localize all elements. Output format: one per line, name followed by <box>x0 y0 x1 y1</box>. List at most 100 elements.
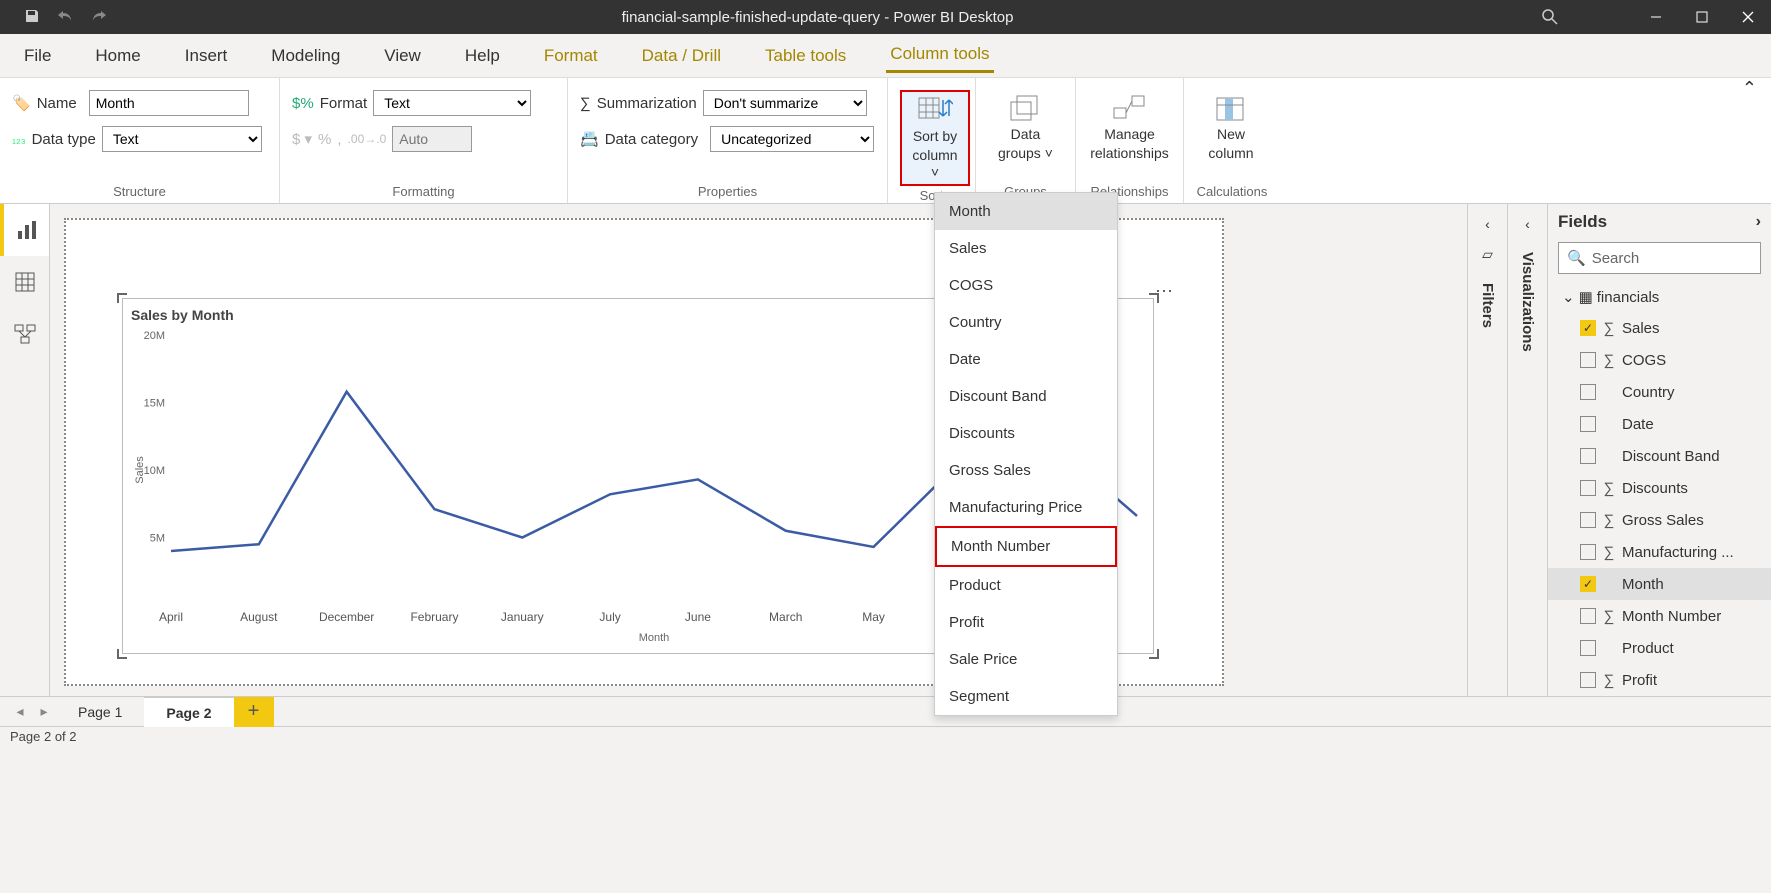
field-item[interactable]: Date <box>1548 408 1771 440</box>
tab-home[interactable]: Home <box>91 40 144 72</box>
svg-text:5M: 5M <box>150 533 165 545</box>
page-tab[interactable]: Page 2 <box>144 697 233 727</box>
new-column-button[interactable]: New column <box>1196 90 1266 166</box>
sort-menu-item[interactable]: Date <box>935 341 1117 378</box>
prev-page-icon[interactable]: ◂ <box>8 703 32 720</box>
sort-menu-item[interactable]: Manufacturing Price <box>935 489 1117 526</box>
svg-text:20M: 20M <box>144 330 165 342</box>
checkbox-icon[interactable] <box>1580 672 1596 688</box>
field-item[interactable]: ∑COGS <box>1548 344 1771 376</box>
svg-text:Sales: Sales <box>134 456 146 484</box>
sort-menu-item[interactable]: Segment <box>935 678 1117 715</box>
field-item[interactable]: ∑Gross Sales <box>1548 504 1771 536</box>
search-icon: 🔍 <box>1567 249 1586 267</box>
sigma-icon: ∑ <box>1602 352 1616 369</box>
group-label-formatting: Formatting <box>292 182 555 203</box>
name-input[interactable] <box>89 90 249 116</box>
field-item[interactable]: Discount Band <box>1548 440 1771 472</box>
field-item[interactable]: ✓Month <box>1548 568 1771 600</box>
next-page-icon[interactable]: ▸ <box>32 703 56 720</box>
report-canvas-area[interactable]: ⋯ Sales by Month 5M10M15M20MSalesAprilAu… <box>50 204 1467 696</box>
tab-table-tools[interactable]: Table tools <box>761 40 850 72</box>
sort-by-column-button[interactable]: Sort by column ˅ <box>900 90 970 186</box>
page-tab[interactable]: Page 1 <box>56 697 144 727</box>
datatype-select[interactable]: Text <box>102 126 262 152</box>
tab-file[interactable]: File <box>20 40 55 72</box>
field-label: Discount Band <box>1622 448 1720 465</box>
datatype-icon: ₁₂₃ <box>12 132 26 146</box>
close-button[interactable] <box>1725 0 1771 34</box>
tab-column-tools[interactable]: Column tools <box>886 38 993 73</box>
new-column-icon <box>1213 94 1249 124</box>
data-view-button[interactable] <box>0 256 49 308</box>
view-rail <box>0 204 50 696</box>
sort-menu-item[interactable]: Sales <box>935 230 1117 267</box>
svg-text:August: August <box>240 610 278 624</box>
checkbox-icon[interactable] <box>1580 640 1596 656</box>
tab-insert[interactable]: Insert <box>181 40 232 72</box>
model-view-button[interactable] <box>0 308 49 360</box>
field-item[interactable]: Product <box>1548 632 1771 664</box>
redo-icon[interactable] <box>90 8 108 27</box>
sort-menu-item[interactable]: COGS <box>935 267 1117 304</box>
sort-menu-item[interactable]: Profit <box>935 604 1117 641</box>
checkbox-icon[interactable] <box>1580 480 1596 496</box>
checkbox-icon[interactable] <box>1580 416 1596 432</box>
field-item[interactable]: Country <box>1548 376 1771 408</box>
visualizations-pane-collapsed[interactable]: ‹ Visualizations <box>1507 204 1547 696</box>
svg-text:June: June <box>685 610 711 624</box>
summarization-select[interactable]: Don't summarize <box>703 90 867 116</box>
svg-text:Month: Month <box>639 632 670 644</box>
checkbox-icon[interactable] <box>1580 384 1596 400</box>
tab-help[interactable]: Help <box>461 40 504 72</box>
tab-data-drill[interactable]: Data / Drill <box>638 40 725 72</box>
page-tab-bar: ◂ ▸ Page 1Page 2 + <box>0 696 1771 726</box>
sort-menu-item[interactable]: Month <box>935 193 1117 230</box>
checkbox-icon[interactable] <box>1580 448 1596 464</box>
undo-icon[interactable] <box>56 8 74 27</box>
checkbox-icon[interactable] <box>1580 608 1596 624</box>
datatype-label: Data type <box>32 131 96 148</box>
add-page-button[interactable]: + <box>234 697 274 727</box>
field-item[interactable]: ∑Discounts <box>1548 472 1771 504</box>
sort-menu-item[interactable]: Month Number <box>935 526 1117 567</box>
save-icon[interactable] <box>24 8 40 27</box>
data-groups-button[interactable]: Data groups ˅ <box>988 90 1063 166</box>
tab-view[interactable]: View <box>380 40 425 72</box>
sort-menu-item[interactable]: Product <box>935 567 1117 604</box>
sigma-icon: ∑ <box>1602 320 1616 337</box>
sort-menu-item[interactable]: Sale Price <box>935 641 1117 678</box>
filters-pane-collapsed[interactable]: ‹ ▱ Filters <box>1467 204 1507 696</box>
title-bar: financial-sample-finished-update-query -… <box>0 0 1771 34</box>
tab-modeling[interactable]: Modeling <box>267 40 344 72</box>
table-header[interactable]: ⌄ ▦ financials <box>1548 282 1771 312</box>
sort-menu-item[interactable]: Country <box>935 304 1117 341</box>
checkbox-icon[interactable]: ✓ <box>1580 576 1596 592</box>
visual-options-icon[interactable]: ⋯ <box>1155 281 1175 302</box>
format-select[interactable]: Text <box>373 90 531 116</box>
collapse-ribbon-icon[interactable]: ⌃ <box>1742 78 1757 203</box>
checkbox-icon[interactable] <box>1580 512 1596 528</box>
chevron-right-icon[interactable]: › <box>1756 213 1761 231</box>
sort-menu-item[interactable]: Discount Band <box>935 378 1117 415</box>
checkbox-icon[interactable] <box>1580 352 1596 368</box>
field-label: Date <box>1622 416 1654 433</box>
tab-format[interactable]: Format <box>540 40 602 72</box>
minimize-button[interactable] <box>1633 0 1679 34</box>
checkbox-icon[interactable]: ✓ <box>1580 320 1596 336</box>
sort-menu-item[interactable]: Discounts <box>935 415 1117 452</box>
chart-title: Sales by Month <box>131 307 234 323</box>
field-item[interactable]: ∑Profit <box>1548 664 1771 696</box>
maximize-button[interactable] <box>1679 0 1725 34</box>
field-item[interactable]: ✓∑Sales <box>1548 312 1771 344</box>
search-icon[interactable] <box>1527 0 1573 34</box>
chevron-left-icon: ‹ <box>1485 216 1490 232</box>
manage-relationships-button[interactable]: Manage relationships <box>1088 90 1171 166</box>
category-select[interactable]: Uncategorized <box>710 126 874 152</box>
checkbox-icon[interactable] <box>1580 544 1596 560</box>
field-item[interactable]: ∑Manufacturing ... <box>1548 536 1771 568</box>
field-item[interactable]: ∑Month Number <box>1548 600 1771 632</box>
sort-menu-item[interactable]: Gross Sales <box>935 452 1117 489</box>
report-view-button[interactable] <box>0 204 49 256</box>
fields-search-input[interactable]: 🔍 Search <box>1558 242 1761 274</box>
